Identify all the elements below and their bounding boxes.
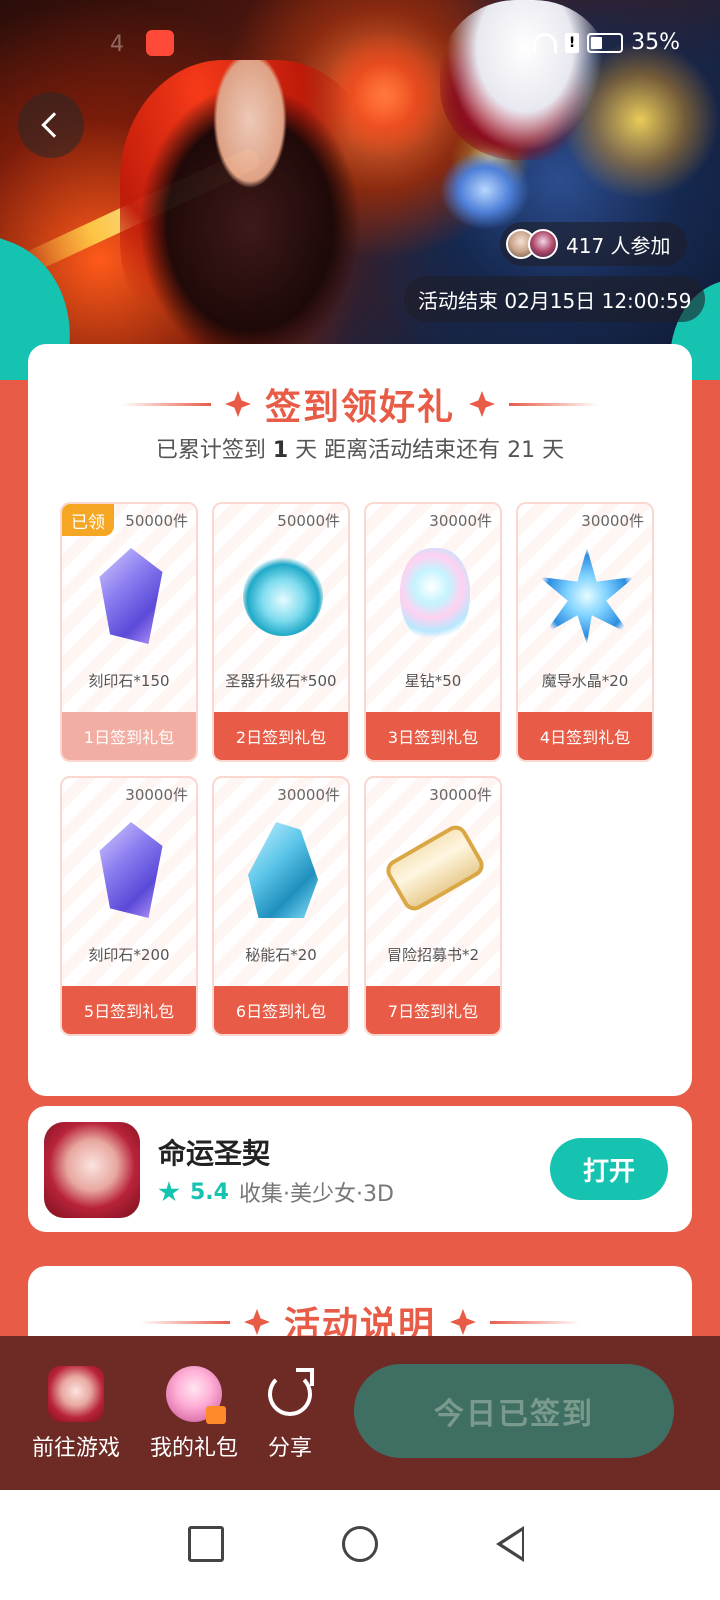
goto-game-label: 前往游戏 — [32, 1436, 121, 1461]
gift-quantity: 30000件 — [581, 512, 644, 530]
wifi-icon — [533, 32, 558, 53]
signin-title: 签到领好礼 — [264, 387, 455, 428]
small-character-art — [440, 150, 530, 230]
sparkle-icon — [450, 1309, 476, 1335]
sparkle-icon — [469, 391, 495, 417]
avatar — [528, 229, 558, 259]
game-tags: 收集·美少女·3D — [238, 1182, 394, 1207]
status-bar-right: ! 35% — [533, 30, 680, 55]
participants-count: 417 人参加 — [566, 233, 671, 258]
share-button[interactable]: 分享 — [268, 1366, 314, 1462]
gift-name: 星钻*50 — [404, 672, 462, 690]
bottom-action-bar: 前往游戏 我的礼包 分享 今日已签到 — [0, 1336, 720, 1490]
my-gifts-button[interactable]: 我的礼包 — [150, 1366, 238, 1462]
rune-stone-icon — [99, 548, 163, 644]
star-gem-icon — [400, 548, 470, 644]
gift-card-day-6[interactable]: 30000件 秘能石*20 6日签到礼包 — [212, 776, 350, 1036]
game-thumbnail-icon — [48, 1366, 104, 1422]
gift-card-day-5[interactable]: 30000件 刻印石*200 5日签到礼包 — [60, 776, 198, 1036]
gift-card-day-3[interactable]: 30000件 星钻*50 3日签到礼包 — [364, 502, 502, 762]
title-divider — [490, 1320, 580, 1324]
gift-quantity: 30000件 — [429, 512, 492, 530]
battery-icon — [587, 32, 624, 53]
gift-name: 魔导水晶*20 — [541, 672, 629, 690]
signin-progress-text: 已累计签到 1 天 距离活动结束还有 21 天 — [155, 438, 565, 463]
game-meta: 5.4 收集·美少女·3D — [158, 1176, 394, 1208]
alert-icon: ! — [565, 32, 580, 53]
days-signed: 1 — [272, 438, 289, 463]
gift-quantity: 30000件 — [125, 786, 188, 804]
arcane-stone-icon — [248, 822, 318, 918]
gift-name: 冒险招募书*2 — [386, 946, 480, 964]
my-gifts-label: 我的礼包 — [150, 1436, 239, 1461]
open-game-button[interactable]: 打开 — [550, 1138, 668, 1200]
signin-title-row: 签到领好礼 — [28, 378, 692, 430]
gift-card-day-7[interactable]: 30000件 冒险招募书*2 7日签到礼包 — [364, 776, 502, 1036]
gift-label: 2日签到礼包 — [214, 712, 348, 760]
gift-quantity: 50000件 — [125, 512, 188, 530]
gift-quantity: 30000件 — [277, 786, 340, 804]
back-triangle-icon[interactable] — [496, 1526, 524, 1562]
chevron-left-icon — [41, 112, 67, 138]
hero-banner — [0, 0, 720, 380]
magic-crystal-icon — [539, 548, 635, 644]
share-label: 分享 — [268, 1436, 313, 1461]
gift-name: 刻印石*150 — [88, 672, 170, 690]
gift-label: 4日签到礼包 — [518, 712, 652, 760]
gift-quantity: 50000件 — [277, 512, 340, 530]
system-nav-bar — [0, 1490, 720, 1600]
home-icon[interactable] — [342, 1526, 378, 1562]
gift-label: 6日签到礼包 — [214, 986, 348, 1034]
recent-apps-icon[interactable] — [188, 1526, 224, 1562]
gift-name: 圣器升级石*500 — [225, 672, 337, 690]
activity-end-time: 活动结束 02月15日 12:00:59 — [404, 276, 706, 322]
gift-label: 7日签到礼包 — [366, 986, 500, 1034]
heroine-character-art — [440, 0, 610, 160]
gift-label: 1日签到礼包 — [62, 712, 196, 760]
signin-card: 签到领好礼 已累计签到 1 天 距离活动结束还有 21 天 已领 50000件 … — [28, 344, 692, 1096]
title-divider — [509, 402, 599, 406]
game-name: 命运圣契 — [158, 1137, 271, 1170]
rune-stone-icon — [99, 822, 163, 918]
gift-name: 刻印石*200 — [88, 946, 170, 964]
title-divider — [120, 402, 211, 406]
game-icon[interactable] — [44, 1122, 140, 1218]
sparkle-icon — [244, 1309, 270, 1335]
claimed-badge: 已领 — [62, 504, 114, 536]
back-button[interactable] — [18, 92, 84, 158]
gift-grid: 已领 50000件 刻印石*150 1日签到礼包 50000件 圣器升级石*50… — [60, 502, 664, 1036]
gift-label: 5日签到礼包 — [62, 986, 196, 1034]
sparkle-icon — [225, 391, 251, 417]
share-icon — [268, 1368, 314, 1416]
game-card: 命运圣契 5.4 收集·美少女·3D 打开 — [28, 1106, 692, 1232]
app-notification-icon — [146, 30, 174, 56]
signed-today-button[interactable]: 今日已签到 — [354, 1364, 674, 1458]
participants-pill: 417 人参加 — [500, 222, 687, 266]
game-rating: 5.4 — [190, 1179, 229, 1205]
gift-box-icon — [166, 1366, 226, 1424]
gift-card-day-2[interactable]: 50000件 圣器升级石*500 2日签到礼包 — [212, 502, 350, 762]
gift-label: 3日签到礼包 — [366, 712, 500, 760]
scroll-icon — [382, 821, 488, 915]
relic-icon — [243, 556, 323, 636]
title-divider — [139, 1320, 230, 1324]
gift-name: 秘能石*20 — [245, 946, 317, 964]
status-time: 4 — [110, 32, 124, 57]
gift-quantity: 30000件 — [429, 786, 492, 804]
participant-avatars — [506, 229, 558, 259]
goto-game-button[interactable]: 前往游戏 — [32, 1366, 120, 1462]
gift-card-day-4[interactable]: 30000件 魔导水晶*20 4日签到礼包 — [516, 502, 654, 762]
gift-card-day-1[interactable]: 已领 50000件 刻印石*150 1日签到礼包 — [60, 502, 198, 762]
hero-character-art — [120, 60, 380, 360]
battery-level: 35% — [631, 30, 680, 55]
star-icon — [158, 1181, 180, 1202]
